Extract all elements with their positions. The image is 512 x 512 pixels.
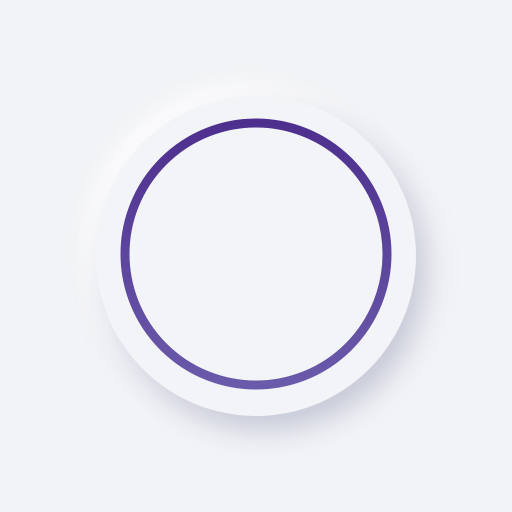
ring-stroke <box>120 118 392 390</box>
round-button[interactable] <box>96 96 416 416</box>
canvas <box>0 0 512 512</box>
circle-ring-icon <box>120 118 392 390</box>
